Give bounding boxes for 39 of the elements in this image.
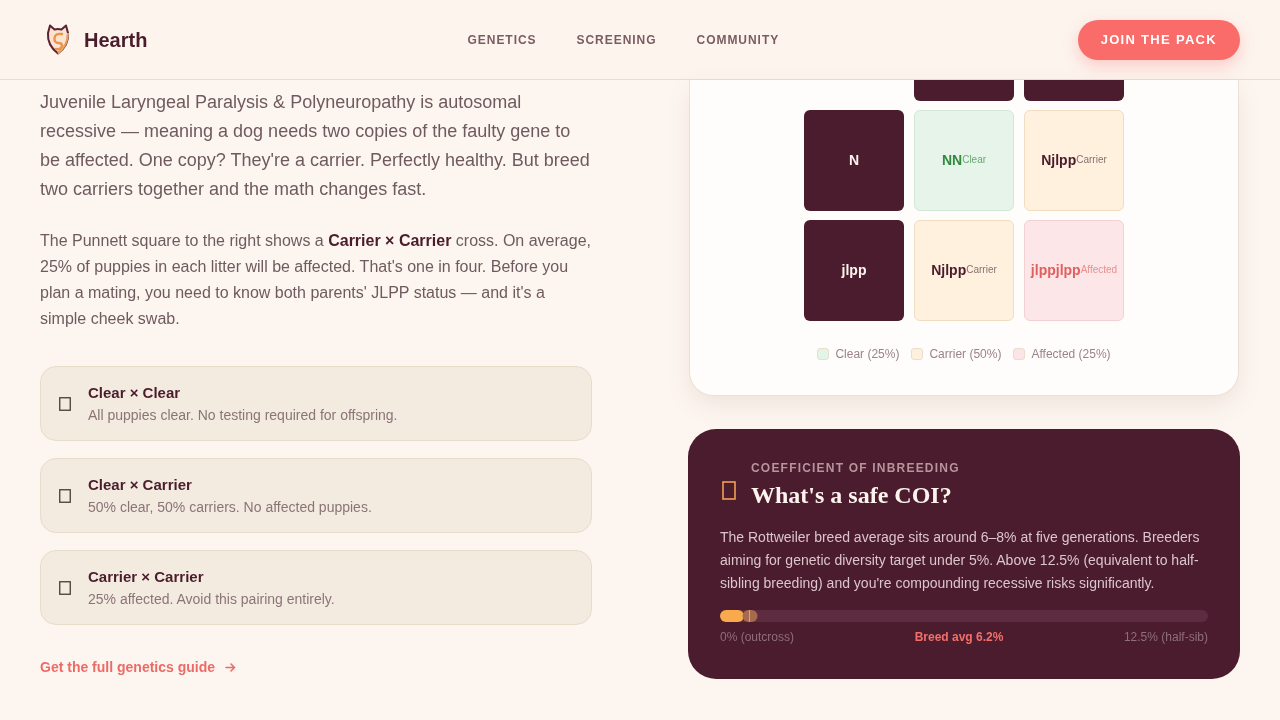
genotype-label: NN — [941, 151, 963, 170]
arrow-right-icon — [225, 662, 237, 673]
legend-label: Clear (25%) — [835, 346, 900, 363]
coi-title: What's a safe COI? — [751, 481, 953, 510]
scale-label: Breed avg 6.2% — [914, 629, 1004, 645]
allele-cell: jlpp — [804, 220, 904, 321]
genotype-label: Njlpp — [1041, 151, 1077, 170]
status-label: Carrier — [966, 262, 997, 275]
pairing-description: 50% clear, 50% carriers. No affected puppies. — [88, 497, 372, 517]
pairing-description: All puppies clear. No testing required for offspring. — [88, 405, 398, 425]
coi-description: The Rottweiler breed average sits around 6–8% at five generations. Breeders aiming for genetic diversity target under 5%. Above 12.5% (equivalent to half-sibling breeding) and you're compounding recessive risks significantly. — [720, 528, 1201, 593]
genotype-label: Njlpp — [931, 261, 967, 280]
coi-eyebrow: COEFFICIENT OF INBREEDING — [751, 460, 960, 476]
fox-shield-logo-icon — [45, 24, 71, 55]
pairing-title: Carrier × Carrier — [88, 566, 205, 587]
pairing-title: Clear × Clear — [88, 382, 182, 403]
allele-cell: N — [804, 110, 904, 211]
nav-link[interactable]: SCREENING — [576, 30, 657, 49]
genetics-guide-link[interactable]: Get the full genetics guide — [40, 657, 237, 678]
pairing-description: 25% affected. Avoid this pairing entirely. — [88, 589, 335, 609]
status-label: Affected — [1080, 262, 1118, 275]
square-icon — [59, 488, 71, 503]
pairing-title: Clear × Carrier — [88, 474, 193, 495]
square-icon — [722, 480, 736, 500]
scale-label: 12.5% (half-sib) — [1123, 629, 1208, 645]
square-icon — [59, 396, 71, 411]
nav-link[interactable]: GENETICS — [467, 30, 537, 49]
status-label: Clear — [962, 152, 987, 167]
nav-link[interactable]: COMMUNITY — [696, 30, 780, 49]
scale-label: 0% (outcross) — [720, 629, 795, 645]
square-icon — [59, 580, 71, 595]
legend-label: Carrier (50%) — [929, 346, 1002, 363]
legend-label: Affected (25%) — [1031, 346, 1111, 363]
intro-paragraph: The Punnett square to the right shows a Carrier × Carrier cross. On average, 25% of puppies in each litter will be affected. That's one in four. Before you plan a mating, you need to know both parents' JLPP status — and it's a simple cheek swab. — [40, 231, 592, 329]
status-label: Carrier — [1076, 152, 1107, 165]
join-button[interactable]: JOIN THE PACK — [1077, 19, 1240, 60]
intro-paragraph: Juvenile Laryngeal Paralysis & Polyneuropathy is autosomal recessive — meaning a dog needs two copies of the faulty gene to be affected. One copy? They're a carrier. Perfectly healthy. But breed two carriers together and the math changes fast. — [40, 91, 591, 201]
genotype-label: jlppjlpp — [1030, 261, 1081, 280]
brand-name: Hearth — [84, 27, 148, 53]
